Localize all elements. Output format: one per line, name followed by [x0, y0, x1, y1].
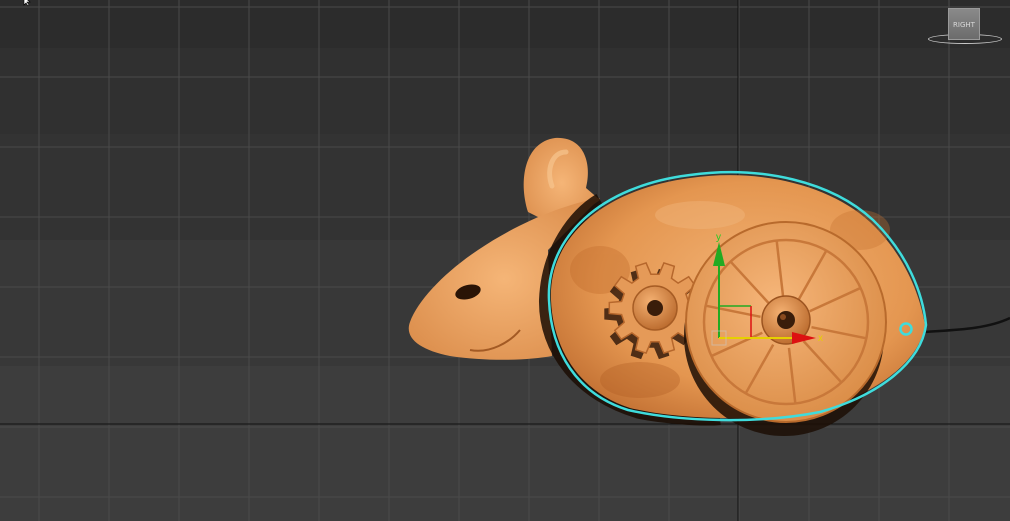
gizmo-y-label: y: [716, 232, 721, 243]
viewcube[interactable]: RIGHT: [926, 4, 1006, 48]
wheel-axle: [777, 311, 795, 329]
wheel-icon[interactable]: [684, 221, 887, 436]
viewcube-face[interactable]: RIGHT: [948, 8, 980, 40]
tail-cable: [923, 316, 1010, 334]
mouse-cursor-icon: [23, 0, 31, 7]
scene-canvas[interactable]: y x: [0, 0, 1010, 521]
gizmo-x-label: x: [818, 333, 823, 344]
3d-viewport[interactable]: y x RIGHT: [0, 0, 1010, 521]
